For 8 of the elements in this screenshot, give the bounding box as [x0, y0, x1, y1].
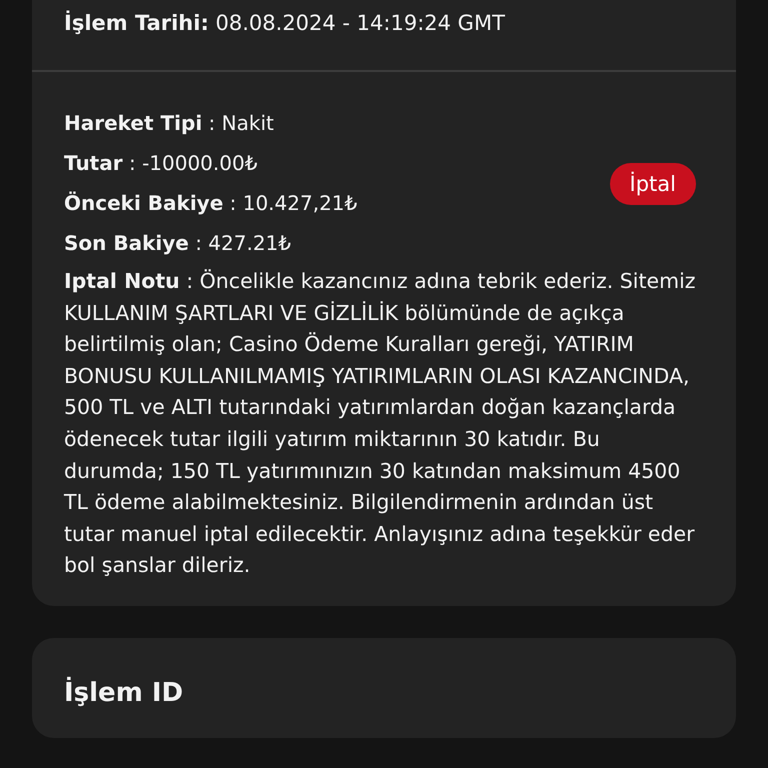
transaction-id-title: İşlem ID [64, 678, 184, 708]
status-badge: İptal [610, 162, 696, 204]
detail-line: Hareket Tipi : Nakit [64, 110, 275, 137]
cancel-note: Iptal Notu : Öncelikle kazancınız adına tebrik ederiz. Sitemiz KULLANIM ŞARTLARI VE GİZLİLİK bölümünde de açıkça belirtilmiş olan; Casino Ödeme Kuralları gereği, YATIRIM BONUSU KULLANILMAMIŞ YATIRIMLARIN OLASI KAZANCINDA, 500 TL ve ALTI tutarındaki yatırımlardan doğan kazançlarda ödenecek tutar ilgili yatırım miktarının 30 katıdır. Bu durumda; 150 TL yatırımınızın 30 katından maksimum 4500 TL ödeme alabilmektesiniz. Bilgilendirmenin ardından üst tutar manuel iptal edilecektir. Anlayışınız adına teşekkür eder bol şanslar dileriz. [64, 268, 697, 580]
detail-line: Son Bakiye : 427.21₺ [64, 230, 292, 257]
detail-line: Önceki Bakiye : 10.427,21₺ [64, 190, 358, 217]
detail-line: Tutar : -10000.00₺ [64, 150, 258, 177]
transaction-date: İşlem Tarihi: 08.08.2024 - 14:19:24 GMT [64, 11, 505, 35]
